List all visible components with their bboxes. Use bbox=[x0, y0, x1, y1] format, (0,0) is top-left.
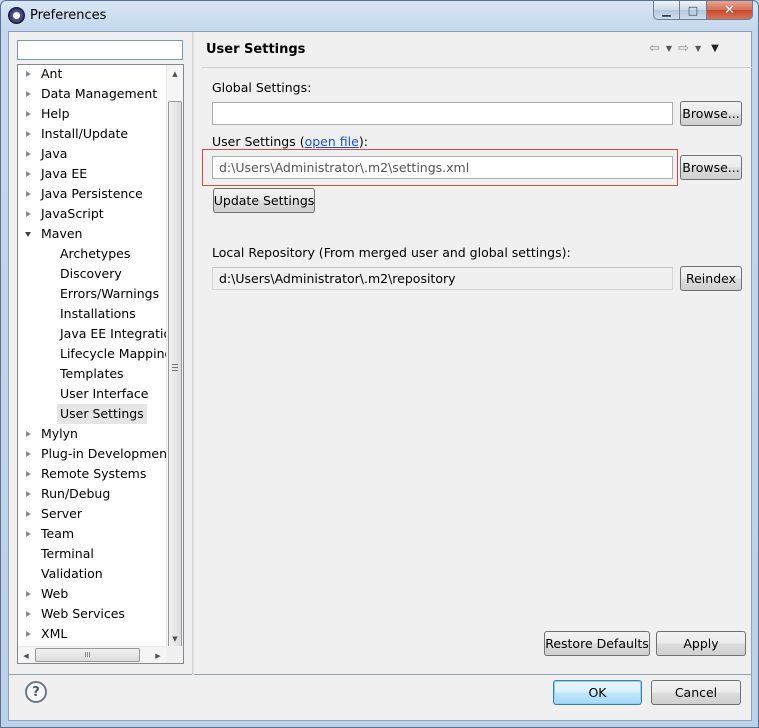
filter-input[interactable] bbox=[17, 40, 183, 60]
tree-item-label: User Settings bbox=[57, 404, 147, 424]
title-separator bbox=[202, 67, 753, 68]
collapsed-arrow-icon[interactable] bbox=[26, 591, 31, 597]
scroll-left-arrow-icon[interactable]: ◀ bbox=[18, 647, 34, 663]
scroll-right-arrow-icon[interactable]: ▶ bbox=[150, 647, 166, 663]
tree-item-label: Lifecycle Mappings bbox=[60, 346, 179, 361]
tree-item-label: Terminal bbox=[41, 546, 94, 561]
collapsed-arrow-icon[interactable] bbox=[26, 431, 31, 437]
close-icon: ✕ bbox=[724, 2, 735, 18]
tree-item-label: Team bbox=[41, 526, 75, 541]
tree-item-label: Installations bbox=[60, 306, 136, 321]
maximize-icon: □ bbox=[687, 3, 699, 17]
tree-item-label: Ant bbox=[41, 66, 63, 81]
dialog-client-area: Ant Data Management Help Install/Update Java… bbox=[8, 31, 753, 676]
collapsed-arrow-icon[interactable] bbox=[26, 111, 31, 117]
collapsed-arrow-icon[interactable] bbox=[26, 91, 31, 97]
preferences-window: Preferences ▁ □ ✕ Ant Data Management Help… bbox=[0, 0, 759, 728]
collapsed-arrow-icon[interactable] bbox=[26, 491, 31, 497]
ok-button[interactable]: OK bbox=[553, 680, 642, 705]
back-arrow-icon[interactable]: ⇦ bbox=[649, 41, 660, 56]
eclipse-app-icon bbox=[8, 7, 25, 24]
global-settings-field[interactable] bbox=[212, 102, 673, 125]
collapsed-arrow-icon[interactable] bbox=[26, 631, 31, 637]
cancel-button[interactable]: Cancel bbox=[651, 680, 741, 705]
title-bar[interactable]: Preferences ▁ □ ✕ bbox=[1, 1, 758, 31]
global-settings-label: Global Settings: bbox=[212, 80, 312, 95]
forward-arrow-icon[interactable]: ⇨ bbox=[678, 41, 689, 56]
apply-button[interactable]: Apply bbox=[656, 631, 746, 656]
tree-item-label: Server bbox=[41, 506, 82, 521]
scroll-corner bbox=[166, 646, 183, 663]
scroll-up-arrow-icon[interactable]: ▲ bbox=[167, 65, 183, 82]
page-navigation: ⇦ ▼ ⇨ ▼ ▼ bbox=[649, 41, 719, 56]
user-settings-field[interactable]: d:\Users\Administrator\.m2\settings.xml bbox=[212, 156, 673, 179]
window-controls: ▁ □ ✕ bbox=[653, 1, 753, 21]
tree-item-label: Plug-in Development bbox=[41, 446, 172, 461]
tree-item-label: Install/Update bbox=[41, 126, 129, 141]
tree-item-label: Mylyn bbox=[41, 426, 78, 441]
tree-item-label: User Interface bbox=[60, 386, 149, 401]
scroll-down-arrow-icon[interactable]: ▼ bbox=[167, 630, 183, 647]
window-title: Preferences bbox=[30, 8, 107, 23]
tree-item-label: Web bbox=[41, 586, 69, 601]
view-menu-icon[interactable]: ▼ bbox=[711, 43, 719, 54]
hscroll-thumb[interactable]: III bbox=[35, 648, 140, 662]
tree-item-label: Discovery bbox=[60, 266, 122, 281]
user-settings-label-suffix: ): bbox=[358, 134, 368, 149]
collapsed-arrow-icon[interactable] bbox=[26, 471, 31, 477]
collapsed-arrow-icon[interactable] bbox=[26, 451, 31, 457]
tree-item-label: JavaScript bbox=[41, 206, 104, 221]
global-browse-button[interactable]: Browse... bbox=[680, 101, 742, 126]
tree-item-label: Errors/Warnings bbox=[60, 286, 160, 301]
tree-item-label: Web Services bbox=[41, 606, 125, 621]
tree-item-label: Data Management bbox=[41, 86, 158, 101]
local-repo-label: Local Repository (From merged user and g… bbox=[212, 245, 571, 260]
collapsed-arrow-icon[interactable] bbox=[26, 171, 31, 177]
collapsed-arrow-icon[interactable] bbox=[26, 511, 31, 517]
minimize-icon: ▁ bbox=[662, 3, 671, 17]
dialog-button-bar: ? OK Cancel bbox=[8, 675, 752, 721]
reindex-button[interactable]: Reindex bbox=[680, 266, 742, 291]
collapsed-arrow-icon[interactable] bbox=[26, 211, 31, 217]
pane-sash[interactable] bbox=[192, 32, 194, 676]
local-repo-field: d:\Users\Administrator\.m2\repository bbox=[212, 267, 673, 290]
update-settings-button[interactable]: Update Settings bbox=[213, 188, 315, 213]
tree-item-label: Templates bbox=[60, 366, 124, 381]
tree-item-label: XML bbox=[41, 626, 68, 641]
scroll-grip-icon bbox=[172, 364, 178, 371]
expanded-arrow-icon[interactable] bbox=[25, 232, 31, 237]
user-settings-label-prefix: User Settings ( bbox=[212, 134, 305, 149]
tree-horizontal-scrollbar[interactable]: ◀ III ▶ bbox=[18, 646, 167, 663]
preference-tree: Ant Data Management Help Install/Update Java… bbox=[17, 64, 184, 664]
tree-item-label: Archetypes bbox=[60, 246, 131, 261]
tree-item-label: Java bbox=[41, 146, 68, 161]
restore-defaults-button[interactable]: Restore Defaults bbox=[544, 631, 650, 656]
close-button[interactable]: ✕ bbox=[707, 1, 753, 20]
user-settings-label: User Settings (open file): bbox=[212, 134, 368, 149]
tree-item-label: Validation bbox=[41, 566, 103, 581]
back-dropdown-icon[interactable]: ▼ bbox=[666, 44, 672, 53]
tree-item-label: Maven bbox=[41, 226, 83, 241]
collapsed-arrow-icon[interactable] bbox=[26, 71, 31, 77]
scroll-thumb[interactable] bbox=[168, 101, 182, 653]
maximize-button[interactable]: □ bbox=[680, 1, 707, 20]
tree-item-label: Help bbox=[41, 106, 70, 121]
tree-item-label: Java EE Integration bbox=[60, 326, 180, 341]
collapsed-arrow-icon[interactable] bbox=[26, 191, 31, 197]
collapsed-arrow-icon[interactable] bbox=[26, 131, 31, 137]
help-icon[interactable]: ? bbox=[25, 681, 47, 703]
minimize-button[interactable]: ▁ bbox=[653, 1, 680, 20]
user-browse-button[interactable]: Browse... bbox=[680, 155, 742, 180]
tree-vertical-scrollbar[interactable]: ▲ ▼ bbox=[166, 65, 183, 653]
open-file-link[interactable]: open file bbox=[305, 134, 359, 149]
page-title: User Settings bbox=[206, 42, 306, 57]
tree-item-label: Remote Systems bbox=[41, 466, 147, 481]
collapsed-arrow-icon[interactable] bbox=[26, 611, 31, 617]
forward-dropdown-icon[interactable]: ▼ bbox=[695, 44, 701, 53]
tree-item-label: Java EE bbox=[41, 166, 88, 181]
collapsed-arrow-icon[interactable] bbox=[26, 531, 31, 537]
collapsed-arrow-icon[interactable] bbox=[26, 151, 31, 157]
tree-item-label: Run/Debug bbox=[41, 486, 111, 501]
tree-item-label: Java Persistence bbox=[41, 186, 143, 201]
